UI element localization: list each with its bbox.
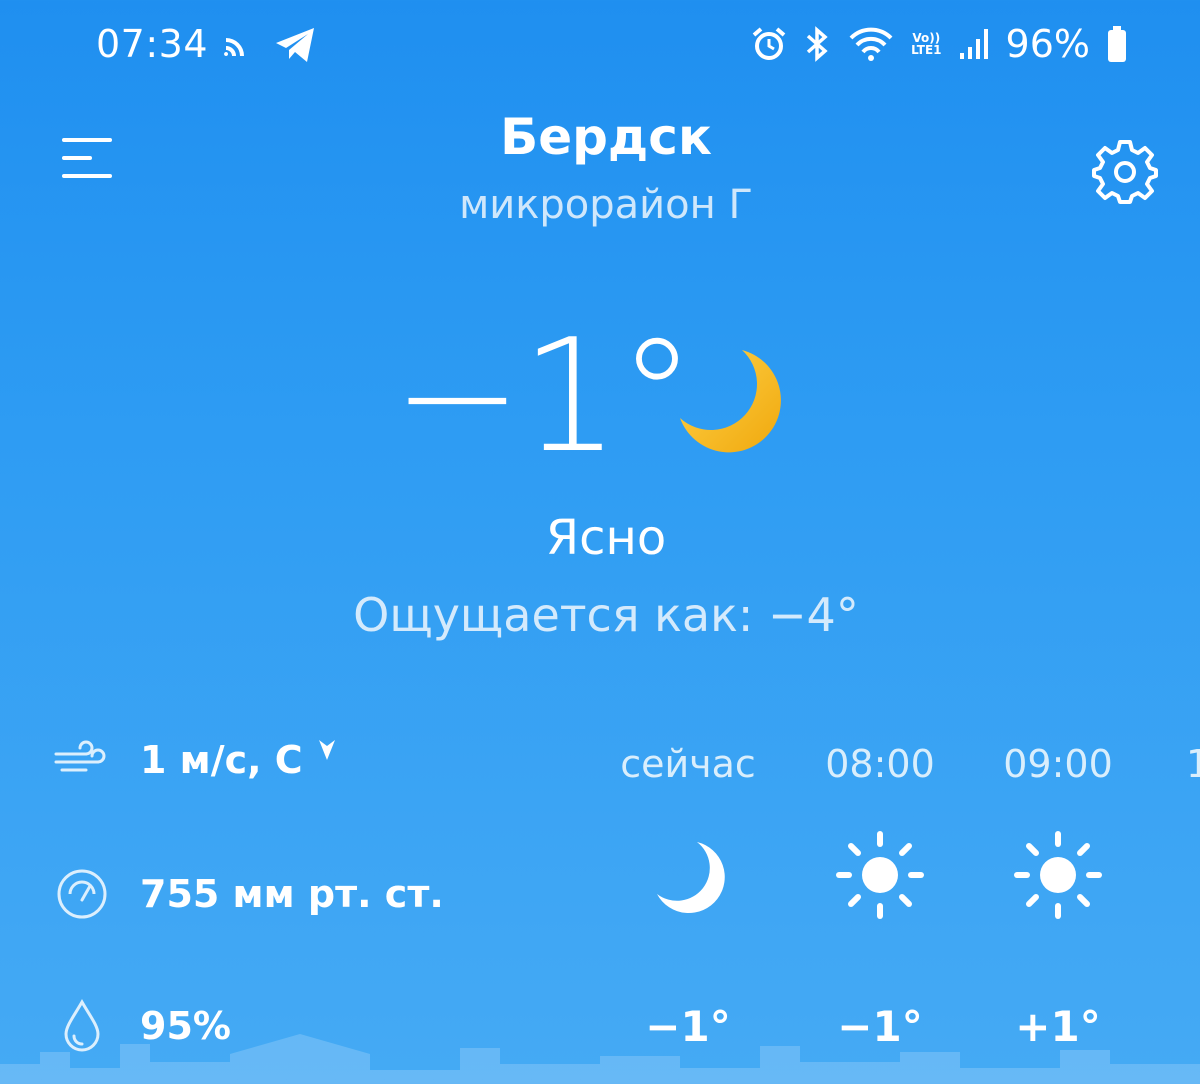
hourly-label: 09:00: [1003, 742, 1113, 786]
wind-detail: 1 м/с, С: [52, 730, 339, 790]
pressure-detail: 755 мм рт. ст.: [52, 864, 444, 924]
sun-icon: [1014, 831, 1102, 919]
battery-percent: 96%: [1005, 22, 1090, 66]
city-skyline-decoration: [0, 1034, 1200, 1084]
battery-icon: [1108, 26, 1126, 62]
signal-icon: [959, 29, 988, 59]
city-title[interactable]: Бердск: [0, 108, 1200, 166]
weather-condition: Ясно: [545, 510, 667, 566]
wind-direction-icon: [318, 740, 335, 760]
telegram-icon: [276, 28, 314, 62]
gear-icon[interactable]: [1090, 136, 1160, 206]
cast-icon: [224, 38, 244, 57]
alarm-icon: [752, 27, 786, 60]
hourly-item-partial-label[interactable]: 1: [1186, 742, 1200, 786]
wind-icon: [54, 740, 106, 772]
hourly-label: сейчас: [620, 742, 756, 786]
moon-icon: [657, 842, 725, 914]
feels-like: Ощущается как: −4°: [353, 588, 859, 642]
pressure-gauge-icon: [57, 869, 107, 919]
current-temperature: −1°: [392, 305, 696, 487]
wifi-icon: [849, 27, 893, 61]
bluetooth-icon: [806, 26, 828, 62]
status-left-icons: [222, 26, 318, 64]
moon-icon: [680, 350, 781, 453]
status-right-icons: Vo)) LTE1 96%: [751, 22, 1128, 66]
menu-icon-line: [62, 174, 112, 178]
status-bar: 07:34 Vo)) LTE1 96%: [0, 0, 1200, 96]
volte-lte-indicator: Vo)) LTE1: [911, 31, 942, 57]
wind-value: 1 м/с, С: [140, 738, 303, 782]
district-subtitle[interactable]: микрорайон Г: [0, 182, 1200, 228]
pressure-value: 755 мм рт. ст.: [140, 872, 444, 916]
status-time: 07:34: [96, 22, 209, 66]
sun-icon: [836, 831, 924, 919]
hourly-label: 08:00: [825, 742, 935, 786]
